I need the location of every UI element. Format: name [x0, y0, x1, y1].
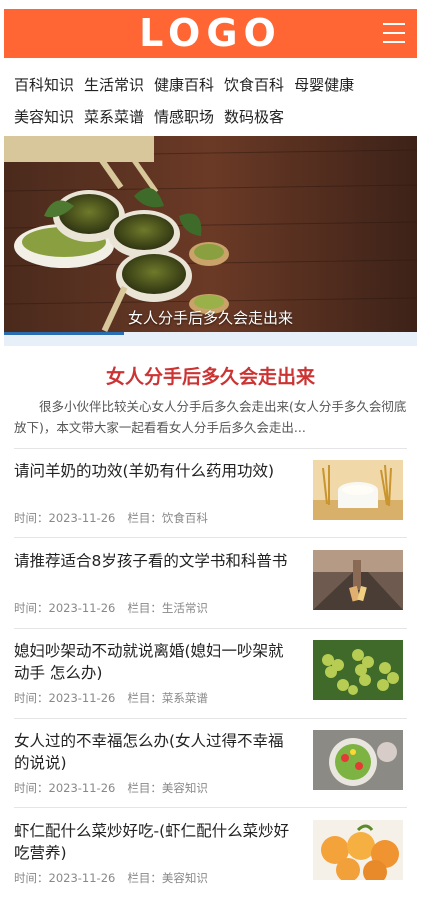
list-item-meta: 时间：2023-11-26 栏目：生活常识 [14, 600, 220, 616]
nav-item-baike[interactable]: 百科知识 [14, 74, 74, 95]
nav-item-jiankang[interactable]: 健康百科 [154, 74, 214, 95]
divider [14, 448, 407, 449]
featured-title[interactable]: 女人分手后多久会走出来 [4, 362, 417, 389]
nav-item-meirong[interactable]: 美容知识 [14, 106, 74, 127]
menu-icon[interactable] [383, 23, 405, 43]
divider [14, 807, 407, 808]
list-item-column: 栏目：生活常识 [127, 601, 208, 615]
list-item-meta: 时间：2023-11-26 栏目：美容知识 [14, 870, 220, 886]
nav-item-shenghuo[interactable]: 生活常识 [84, 74, 144, 95]
nav-item-qinggan[interactable]: 情感职场 [154, 106, 214, 127]
category-nav: 百科知识 生活常识 健康百科 饮食百科 母婴健康 美容知识 菜系菜谱 情感职场 … [14, 68, 414, 132]
banner-progress-fill [4, 332, 124, 335]
banner-progress [4, 332, 417, 346]
divider [14, 718, 407, 719]
list-item-time: 时间：2023-11-26 [14, 601, 116, 615]
header-bar: LOGO [4, 9, 417, 58]
banner-image [4, 136, 417, 334]
nav-item-caixi[interactable]: 菜系菜谱 [84, 106, 144, 127]
list-item-meta: 时间：2023-11-26 栏目：美容知识 [14, 780, 220, 796]
page: LOGO 百科知识 生活常识 健康百科 饮食百科 母婴健康 美容知识 菜系菜谱 … [0, 0, 423, 886]
nav-item-shuma[interactable]: 数码极客 [224, 106, 284, 127]
list-item-title[interactable]: 请问羊奶的功效(羊奶有什么药用功效) [14, 460, 299, 482]
banner-slide[interactable]: 女人分手后多久会走出来 [4, 136, 417, 334]
thumb-salad-plate[interactable] [313, 730, 403, 790]
list-item-time: 时间：2023-11-26 [14, 511, 116, 525]
list-item-title[interactable]: 女人过的不幸福怎么办(女人过得不幸福的说说) [14, 730, 299, 774]
thumb-runner-road[interactable] [313, 550, 403, 610]
nav-row-2: 美容知识 菜系菜谱 情感职场 数码极客 [14, 100, 414, 132]
nav-item-yinshi[interactable]: 饮食百科 [224, 74, 284, 95]
list-item-time: 时间：2023-11-26 [14, 691, 116, 705]
divider [14, 628, 407, 629]
list-item[interactable]: 请推荐适合8岁孩子看的文学书和科普书 时间：2023-11-26 栏目：生活常识 [14, 550, 407, 640]
list-item-title[interactable]: 请推荐适合8岁孩子看的文学书和科普书 [14, 550, 299, 572]
thumb-grapes[interactable] [313, 640, 403, 700]
nav-item-muying[interactable]: 母婴健康 [294, 74, 354, 95]
list-item-column: 栏目：菜系菜谱 [127, 691, 208, 705]
list-item-title[interactable]: 虾仁配什么菜炒好吃-(虾仁配什么菜炒好吃营养) [14, 820, 299, 864]
divider [14, 537, 407, 538]
list-item-meta: 时间：2023-11-26 栏目：饮食百科 [14, 510, 220, 526]
thumb-apricots[interactable] [313, 820, 403, 880]
site-logo[interactable]: LOGO [139, 9, 282, 58]
featured-summary: 很多小伙伴比较关心女人分手后多久会走出来(女人分手多久会彻底放下)，本文带大家一… [14, 399, 407, 435]
list-item-column: 栏目：美容知识 [127, 781, 208, 795]
list-item-time: 时间：2023-11-26 [14, 781, 116, 795]
thumb-milk-wheat[interactable] [313, 460, 403, 520]
list-item[interactable]: 媳妇吵架动不动就说离婚(媳妇一吵架就动手 怎么办) 时间：2023-11-26 栏… [14, 640, 407, 730]
list-item-time: 时间：2023-11-26 [14, 871, 116, 885]
list-item[interactable]: 虾仁配什么菜炒好吃-(虾仁配什么菜炒好吃营养) 时间：2023-11-26 栏目：… [14, 820, 407, 910]
nav-row-1: 百科知识 生活常识 健康百科 饮食百科 母婴健康 [14, 68, 414, 100]
list-item-column: 栏目：美容知识 [127, 871, 208, 885]
list-item-meta: 时间：2023-11-26 栏目：菜系菜谱 [14, 690, 220, 706]
list-item-title[interactable]: 媳妇吵架动不动就说离婚(媳妇一吵架就动手 怎么办) [14, 640, 299, 684]
list-item-column: 栏目：饮食百科 [127, 511, 208, 525]
banner-caption[interactable]: 女人分手后多久会走出来 [4, 307, 417, 328]
